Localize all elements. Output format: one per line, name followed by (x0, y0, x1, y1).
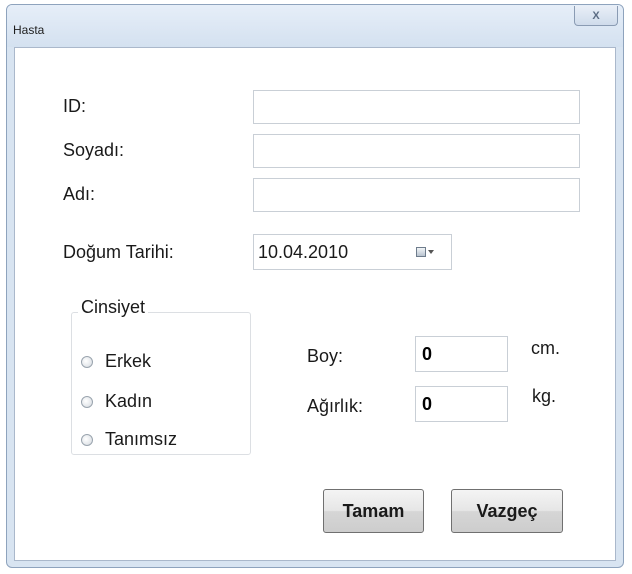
chevron-down-icon (428, 250, 434, 254)
birth-date-picker[interactable]: 10.04.2010 (253, 234, 452, 270)
dogum-tarihi-label: Doğum Tarihi: (63, 242, 174, 262)
cancel-button[interactable]: Vazgeç (451, 489, 563, 533)
gender-group-title: Cinsiyet (78, 297, 149, 318)
radio-label-erkek[interactable]: Erkek (105, 351, 151, 372)
boy-input[interactable] (415, 336, 508, 372)
adi-label: Adı: (63, 184, 96, 204)
agirlik-unit: kg. (532, 386, 557, 406)
close-icon: X (592, 9, 600, 22)
radio-tanimsiz[interactable]: Tanımsız (81, 429, 177, 450)
radio-erkek[interactable]: Erkek (81, 351, 151, 372)
radio-label-tanimsiz[interactable]: Tanımsız (105, 429, 177, 450)
dialog-body: ID: Soyadı: Adı: Doğum Tarihi: 10.04.201… (14, 47, 616, 561)
title-bar[interactable]: Hasta X (7, 5, 623, 47)
id-label: ID: (63, 96, 87, 116)
dialog-window: Hasta X ID: Soyadı: Adı: Doğum Tarihi: 1… (6, 4, 624, 568)
boy-unit: cm. (531, 338, 560, 358)
boy-label: Boy: (307, 346, 344, 366)
soyadi-input[interactable] (253, 134, 580, 168)
agirlik-label: Ağırlık: (307, 396, 364, 416)
window-title: Hasta (13, 23, 45, 37)
radio-circle-icon[interactable] (81, 355, 93, 368)
calendar-dropdown-icon[interactable] (416, 245, 434, 259)
adi-input[interactable] (253, 178, 580, 212)
birth-date-value[interactable]: 10.04.2010 (258, 242, 348, 263)
ok-button[interactable]: Tamam (323, 489, 424, 533)
radio-label-kadin[interactable]: Kadın (105, 391, 152, 412)
id-input[interactable] (253, 90, 580, 124)
soyadi-label: Soyadı: (63, 140, 125, 160)
radio-kadin[interactable]: Kadın (81, 391, 152, 412)
radio-circle-icon[interactable] (81, 395, 93, 408)
radio-circle-icon[interactable] (81, 433, 93, 446)
agirlik-input[interactable] (415, 386, 508, 422)
calendar-icon (416, 247, 426, 257)
close-button[interactable]: X (574, 6, 618, 26)
